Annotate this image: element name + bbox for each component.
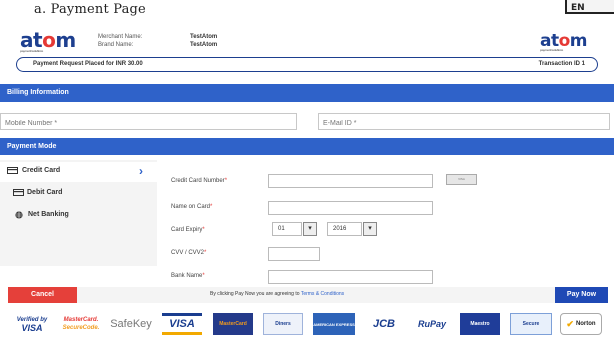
bank-name-label: Bank Name* bbox=[171, 273, 205, 279]
verified-by-visa-logo: Verified by VISA bbox=[16, 317, 48, 333]
mastercard-securecode-logo: MasterCard. SecureCode. bbox=[62, 317, 100, 331]
safekey-logo: SafeKey bbox=[110, 318, 152, 330]
brand-name-label: Brand Name: bbox=[98, 42, 134, 48]
chevron-down-icon[interactable]: ▾ bbox=[363, 222, 377, 236]
terms-text: By clicking Pay Now you are agreeing to … bbox=[210, 291, 345, 297]
payment-mode-label: Credit Card bbox=[22, 167, 61, 174]
merchant-info: Merchant Name: TestAtom Brand Name: TestAt… bbox=[98, 33, 217, 49]
chevron-down-icon[interactable]: ▾ bbox=[303, 222, 317, 236]
globe-icon bbox=[15, 211, 26, 219]
pay-now-button[interactable]: Pay Now bbox=[555, 287, 608, 303]
payment-brands-row: Verified by VISA MasterCard. SecureCode.… bbox=[12, 313, 610, 339]
name-on-card-label: Name on Card* bbox=[171, 204, 213, 210]
expiry-year-select[interactable]: 2016 bbox=[327, 222, 362, 236]
payment-mode-label: Net Banking bbox=[28, 211, 69, 218]
page-caption: a. Payment Page bbox=[34, 2, 146, 17]
card-expiry-label: Card Expiry* bbox=[171, 227, 205, 233]
credit-card-icon bbox=[7, 167, 18, 174]
merchant-name-value: TestAtom bbox=[190, 34, 218, 40]
payment-mode-header: Payment Mode bbox=[0, 138, 614, 155]
payment-mode-debit-card[interactable]: Debit Card bbox=[0, 184, 157, 204]
payment-mode-label: Debit Card bbox=[27, 189, 63, 196]
payment-mode-sidebar: Credit Card › Debit Card Net Banking bbox=[0, 160, 158, 266]
card-type-icon: VISA bbox=[446, 174, 477, 185]
cvv-label: CVV / CVV2* bbox=[171, 250, 207, 256]
checkmark-icon: ✔ bbox=[566, 318, 574, 329]
visa-logo: VISA bbox=[162, 313, 202, 335]
brand-name-value: TestAtom bbox=[190, 42, 218, 48]
payment-request-bar: Payment Request Placed for INR 30.00 Tra… bbox=[16, 57, 598, 72]
norton-logo: ✔ Norton bbox=[560, 313, 602, 335]
payment-request-text: Payment Request Placed for INR 30.00 bbox=[33, 61, 143, 67]
debit-card-icon bbox=[13, 189, 24, 196]
bank-name-input[interactable] bbox=[268, 270, 433, 284]
atom-logo-right: atom payment solutions bbox=[540, 31, 588, 52]
card-number-input[interactable] bbox=[268, 174, 433, 188]
maestro-logo: Maestro bbox=[460, 313, 500, 335]
secure-badge-logo: Secure bbox=[510, 313, 552, 335]
email-input[interactable] bbox=[318, 113, 610, 130]
payment-mode-credit-card[interactable]: Credit Card › bbox=[0, 162, 158, 182]
mastercard-logo: MasterCard bbox=[213, 313, 253, 335]
rupay-logo: RuPay bbox=[417, 319, 446, 329]
chevron-right-icon: › bbox=[139, 164, 143, 178]
mobile-number-input[interactable] bbox=[0, 113, 297, 130]
expiry-month-select[interactable]: 01 bbox=[272, 222, 302, 236]
cvv-input[interactable] bbox=[268, 247, 320, 261]
cancel-button[interactable]: Cancel bbox=[8, 287, 77, 303]
diners-club-logo: Diners bbox=[263, 313, 303, 335]
atom-logo-left: atom payment solutions bbox=[20, 28, 76, 53]
corner-label: EN bbox=[565, 0, 614, 14]
payment-mode-net-banking[interactable]: Net Banking bbox=[0, 206, 157, 226]
card-number-label: Credit Card Number* bbox=[171, 178, 228, 184]
billing-info-header: Billing Information bbox=[0, 84, 614, 102]
amex-logo: AMERICAN EXPRESS bbox=[313, 313, 355, 335]
terms-link[interactable]: Terms & Conditions bbox=[301, 291, 344, 297]
jcb-logo: JCB bbox=[372, 318, 395, 330]
merchant-name-label: Merchant Name: bbox=[98, 34, 143, 40]
transaction-id: Transaction ID 1 bbox=[538, 61, 585, 67]
name-on-card-input[interactable] bbox=[268, 201, 433, 215]
